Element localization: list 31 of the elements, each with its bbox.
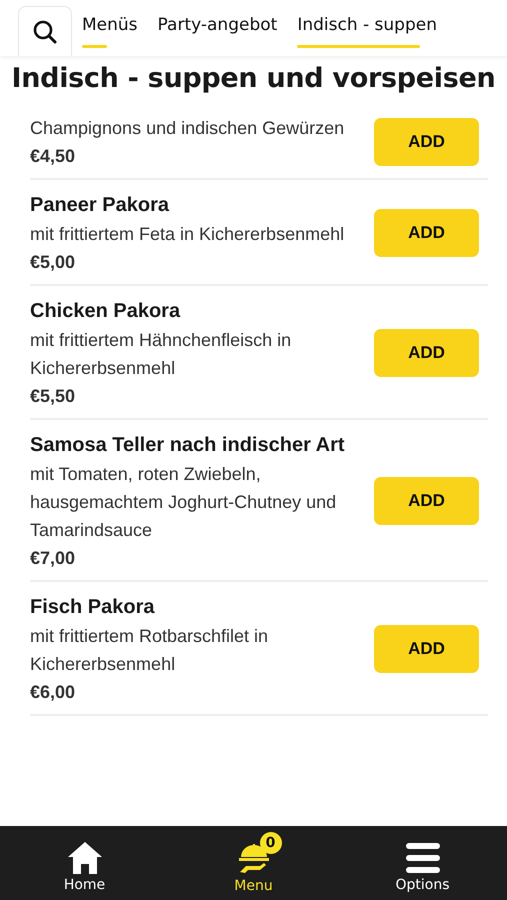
nav-item[interactable]: Options [362,833,482,893]
dish-name: Samosa Teller nach indischer Art [30,433,346,458]
dish-description: mit frittiertem Feta in Kichererbsenmehl [30,223,346,246]
dish-price: €5,50 [30,385,76,408]
dish-description: mit frittiertem Rotbarschfilet in Kichererbsenmehl [30,625,270,676]
add-button[interactable]: ADD [374,477,479,525]
dish-name: Fisch Pakora [30,595,156,620]
menu-icon [404,841,440,875]
dish-name: Chicken Pakora [30,299,182,324]
dish-name: Paneer Pakora [30,193,170,218]
section-title: Indisch - suppen und vorspeisen [10,62,496,96]
search-icon [32,18,58,44]
category-tab[interactable]: Menüs [82,6,138,56]
dish-price: €4,50 [30,145,76,168]
dish-price: €7,00 [30,547,76,570]
add-button[interactable]: ADD [374,209,479,257]
nav-item[interactable]: Home [24,833,144,893]
add-button[interactable]: ADD [374,329,479,377]
cart-count-badge: 0 [260,832,282,854]
add-button[interactable]: ADD [374,118,479,166]
nav-item[interactable]: 0 Menu [194,832,314,894]
dish-price: €5,00 [30,251,76,274]
category-tab[interactable]: Indisch - suppen [297,6,437,56]
dish-description: mit Tomaten, roten Zwiebeln, hausgemachtem Joghurt-Chutney und Tamarindsauce [30,463,338,542]
dish-description: mit frittiertem Hähnchenfleisch in Kichererbsenmehl [30,329,292,380]
category-tab[interactable]: Party-angebot [158,6,278,56]
dish-price: €6,00 [30,681,76,704]
dish-description: Champignons und indischen Gewürzen [30,117,346,140]
add-button[interactable]: ADD [374,625,479,673]
home-icon [66,841,102,875]
search-button[interactable] [18,6,72,56]
